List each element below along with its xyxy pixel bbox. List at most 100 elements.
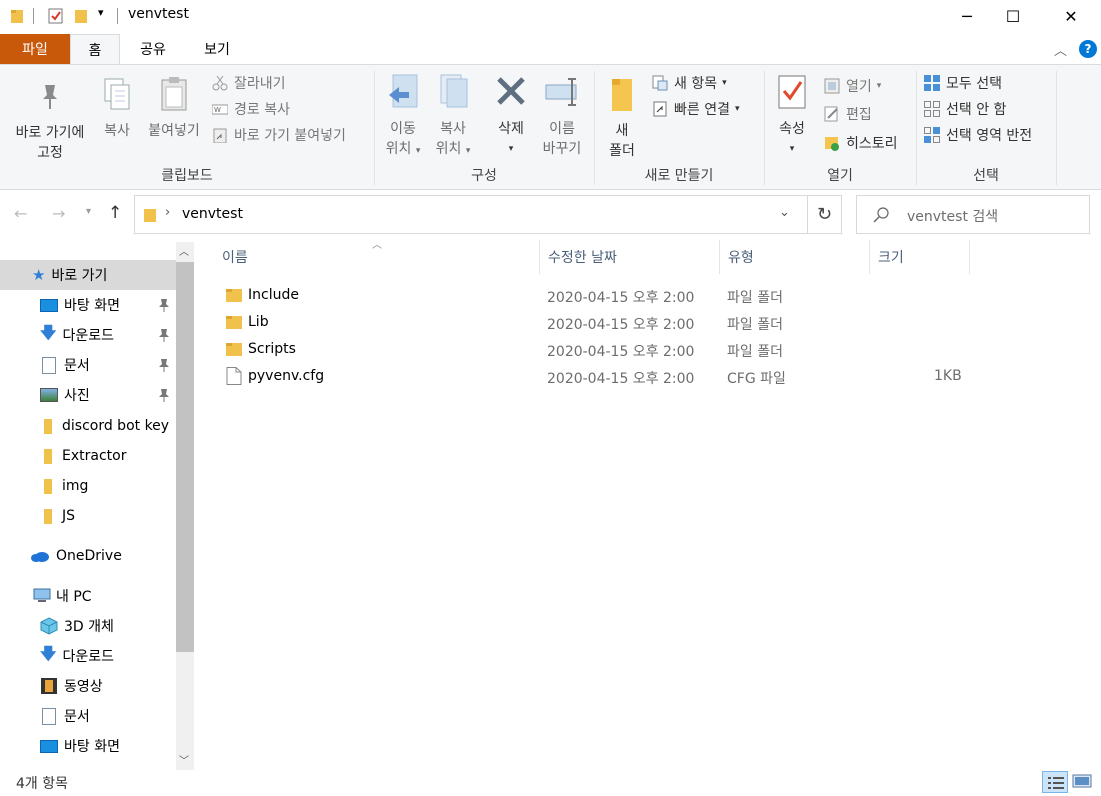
breadcrumb-current[interactable]: venvtest (182, 206, 243, 222)
open-button[interactable]: 열기 ▾ (824, 75, 881, 97)
folder-icon (44, 478, 52, 494)
paste-button[interactable]: 붙여넣기 (142, 75, 206, 141)
forward-arrow-icon[interactable]: → (52, 204, 65, 223)
file-row[interactable]: Include 2020-04-15 오후 2:00 파일 폴더 (212, 282, 972, 309)
nav-this-pc[interactable]: 내 PC (0, 581, 176, 611)
history-button[interactable]: 히스토리 (824, 132, 898, 154)
nav-folder-js[interactable]: JS (0, 501, 176, 531)
easy-access-button[interactable]: 빠른 연결 ▾ (652, 98, 740, 120)
pin-icon (159, 359, 169, 372)
3d-cube-icon (40, 617, 58, 635)
column-header-size[interactable]: 크기 (870, 240, 970, 274)
file-date: 2020-04-15 오후 2:00 (547, 290, 695, 306)
nav-downloads[interactable]: 🡇 다운로드 (0, 320, 176, 350)
nav-pictures[interactable]: 사진 (0, 380, 176, 410)
group-label-clipboard: 클립보드 (161, 168, 213, 184)
new-item-button[interactable]: 새 항목 ▾ (652, 72, 727, 94)
navigation-pane: ★ 바로 가기 바탕 화면 🡇 다운로드 문서 사진 discord bot k… (0, 240, 196, 770)
maximize-button[interactable]: ☐ (990, 0, 1036, 32)
back-arrow-icon[interactable]: ← (14, 204, 27, 223)
folder-icon (226, 289, 242, 302)
pin-icon (159, 299, 169, 312)
details-view-icon (1048, 777, 1064, 789)
rename-button[interactable]: 이름 바꾸기 (538, 73, 586, 159)
search-placeholder: venvtest 검색 (907, 209, 999, 225)
easy-access-icon (652, 101, 668, 117)
up-arrow-icon[interactable]: ↑ (108, 203, 122, 223)
nav-3d-objects[interactable]: 3D 개체 (0, 611, 176, 641)
new-folder-button[interactable]: 새 폴더 (600, 73, 644, 161)
file-row[interactable]: pyvenv.cfg 2020-04-15 오후 2:00 CFG 파일 1KB (212, 363, 972, 390)
column-header-name[interactable]: 이름 (214, 240, 540, 274)
column-header-date[interactable]: 수정한 날짜 (540, 240, 720, 274)
properties-check-icon (778, 75, 806, 109)
copy-path-icon: W (211, 101, 229, 117)
refresh-button[interactable]: ↻ (808, 195, 842, 234)
nav-pc-downloads[interactable]: 🡇 다운로드 (0, 641, 176, 671)
file-type: 파일 폴더 (727, 317, 783, 333)
scroll-up-icon[interactable]: ︿ (179, 243, 189, 258)
nav-folder-extractor[interactable]: Extractor (0, 441, 176, 471)
help-icon[interactable]: ? (1079, 40, 1097, 58)
scroll-down-icon[interactable]: ﹀ (179, 752, 189, 767)
delete-button[interactable]: 삭제 ▾ (490, 73, 532, 159)
nav-videos[interactable]: 동영상 (0, 671, 176, 701)
tab-view[interactable]: 보기 (192, 34, 242, 64)
recent-locations-icon[interactable]: ▾ (86, 206, 91, 217)
folder-icon (144, 209, 156, 222)
collapse-ribbon-icon[interactable]: ︿ (1054, 40, 1067, 59)
group-label-open: 열기 (827, 168, 853, 184)
file-date: 2020-04-15 오후 2:00 (547, 371, 695, 387)
select-all-button[interactable]: 모두 선택 (924, 72, 1002, 94)
move-to-button[interactable]: 이동 위치 ▾ (380, 73, 426, 161)
copy-button[interactable]: 복사 (98, 77, 136, 141)
nav-scrollbar-thumb[interactable] (176, 262, 194, 652)
paste-shortcut-button[interactable]: 바로 가기 붙여넣기 (212, 124, 346, 146)
customize-toolbar-icon[interactable]: ▾ (98, 6, 104, 19)
nav-onedrive[interactable]: OneDrive (0, 541, 176, 571)
move-to-icon (389, 74, 418, 108)
search-box[interactable]: venvtest 검색 (856, 195, 1090, 234)
scissors-icon (212, 75, 228, 91)
nav-desktop[interactable]: 바탕 화면 (0, 290, 176, 320)
nav-quick-access[interactable]: ★ 바로 가기 (0, 260, 176, 290)
copy-icon (104, 78, 130, 110)
properties-button[interactable]: 속성 ▾ (770, 73, 814, 159)
address-bar[interactable]: › venvtest ⌄ (134, 195, 808, 234)
copy-to-button[interactable]: 복사 위치 ▾ (430, 73, 476, 161)
cut-button[interactable]: 잘라내기 (212, 72, 286, 94)
select-none-button[interactable]: 선택 안 함 (924, 98, 1006, 120)
copy-path-button[interactable]: W 경로 복사 (211, 98, 290, 120)
paste-shortcut-icon (212, 127, 228, 144)
close-button[interactable]: ✕ (1048, 0, 1094, 32)
edit-icon (824, 106, 840, 122)
address-dropdown-icon[interactable]: ⌄ (779, 205, 790, 220)
document-icon (42, 707, 56, 725)
open-icon (824, 78, 840, 94)
file-type: CFG 파일 (727, 371, 786, 387)
file-row[interactable]: Lib 2020-04-15 오후 2:00 파일 폴더 (212, 309, 972, 336)
properties-icon[interactable] (48, 7, 64, 24)
folder-icon (44, 418, 52, 434)
nav-folder-discord-bot-key[interactable]: discord bot key (0, 411, 176, 441)
copy-to-icon (440, 74, 468, 108)
download-arrow-icon: 🡇 (40, 643, 57, 663)
tab-file[interactable]: 파일 (0, 34, 70, 64)
nav-pc-documents[interactable]: 문서 (0, 701, 176, 731)
nav-documents[interactable]: 문서 (0, 350, 176, 380)
new-folder-icon[interactable] (74, 8, 88, 24)
details-view-button[interactable] (1042, 771, 1068, 793)
minimize-button[interactable]: ─ (944, 0, 990, 32)
edit-button[interactable]: 편집 (824, 103, 872, 125)
nav-pc-desktop[interactable]: 바탕 화면 (0, 731, 176, 761)
pin-quick-access-button[interactable]: 바로 가기에 고정 (4, 81, 96, 163)
download-arrow-icon: 🡇 (40, 322, 57, 342)
file-row[interactable]: Scripts 2020-04-15 오후 2:00 파일 폴더 (212, 336, 972, 363)
nav-folder-img[interactable]: img (0, 471, 176, 501)
file-type: 파일 폴더 (727, 290, 783, 306)
column-header-type[interactable]: 유형 (720, 240, 870, 274)
invert-selection-button[interactable]: 선택 영역 반전 (924, 124, 1032, 146)
tab-share[interactable]: 공유 (128, 34, 178, 64)
tab-home[interactable]: 홈 (70, 34, 120, 65)
large-icons-view-button[interactable] (1072, 773, 1094, 791)
